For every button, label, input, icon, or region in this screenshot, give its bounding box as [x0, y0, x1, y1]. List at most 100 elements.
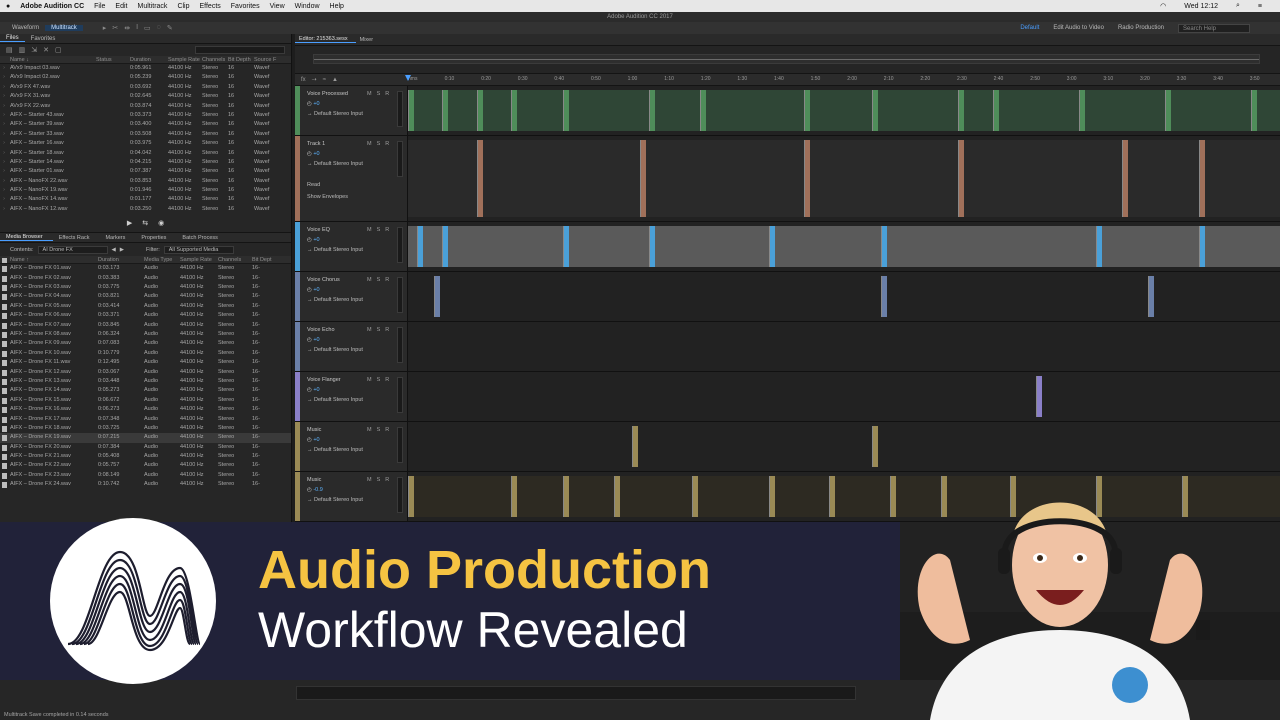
audio-clip[interactable] [476, 90, 483, 131]
move-tool-icon[interactable]: ▸ [103, 24, 107, 32]
menu-file[interactable]: File [94, 3, 105, 10]
media-row[interactable]: AIFX – Drone FX 18.wav 0:03.725 Audio 44100… [0, 424, 291, 433]
tab-editor[interactable]: Editor: 215363.sesx [295, 36, 356, 43]
expand-icon[interactable]: › [0, 92, 8, 101]
track-name[interactable]: Voice Chorus [307, 277, 340, 283]
expand-icon[interactable]: › [0, 158, 8, 167]
col-media-type[interactable]: Media Type [144, 256, 180, 263]
col-status[interactable]: Status [96, 56, 130, 63]
col-media-name[interactable]: Name ↑ [0, 256, 98, 264]
app-menu[interactable]: Adobe Audition CC [20, 3, 84, 10]
media-row[interactable]: AIFX – Drone FX 12.wav 0:03.067 Audio 44100… [0, 368, 291, 377]
audio-clip[interactable] [829, 476, 836, 517]
audio-clip[interactable] [1078, 90, 1085, 131]
file-row[interactable]: › AIFX – Starter 39.wav 0:03.400 44100 Hz St… [0, 120, 291, 129]
audio-clip[interactable] [408, 90, 414, 131]
fx-icon[interactable]: fx [301, 77, 306, 83]
media-row[interactable]: AIFX – Drone FX 02.wav 0:03.383 Audio 44100… [0, 274, 291, 283]
time-select-tool-icon[interactable]: I [136, 24, 138, 32]
workspace-edit-audio-video[interactable]: Edit Audio to Video [1053, 25, 1104, 31]
expand-icon[interactable]: › [0, 167, 8, 176]
sends-icon[interactable]: ⇢ [312, 76, 317, 83]
search-icon[interactable]: ⌕ [1236, 2, 1240, 10]
track-lane[interactable] [408, 272, 1280, 321]
metronome-icon[interactable]: ▲ [332, 77, 338, 83]
file-row[interactable]: › AIFX – Starter 01.wav 0:07.387 44100 Hz St… [0, 167, 291, 176]
tab-properties[interactable]: Properties [135, 235, 176, 241]
media-row[interactable]: AIFX – Drone FX 21.wav 0:05.408 Audio 44100… [0, 452, 291, 461]
col-media-channels[interactable]: Channels [218, 256, 252, 263]
menu-favorites[interactable]: Favorites [231, 3, 260, 10]
audio-clip[interactable] [476, 140, 483, 217]
track-input-select[interactable]: Default Stereo Input [307, 111, 363, 117]
expand-icon[interactable]: › [0, 111, 8, 120]
track-volume-knob[interactable]: +0 [307, 337, 319, 343]
media-row[interactable]: AIFX – Drone FX 17.wav 0:07.348 Audio 44100… [0, 415, 291, 424]
track-input-select[interactable]: Default Stereo Input [307, 161, 363, 167]
track-input-select[interactable]: Default Stereo Input [307, 347, 363, 353]
audio-clip[interactable] [1035, 376, 1042, 417]
track-lane[interactable] [408, 136, 1280, 221]
audio-clip[interactable] [803, 140, 810, 217]
expand-icon[interactable]: › [0, 186, 8, 195]
audio-clip[interactable] [700, 90, 707, 131]
audio-clip[interactable] [1199, 140, 1206, 217]
media-row[interactable]: AIFX – Drone FX 24.wav 0:10.742 Audio 44100… [0, 480, 291, 489]
file-row[interactable]: › AIFX – NanoFX 19.wav 0:01.946 44100 Hz Ste… [0, 186, 291, 195]
file-row[interactable]: › AVx9 Impact 02.wav 0:05.239 44100 Hz Stere… [0, 73, 291, 82]
clock[interactable]: Wed 12:12 [1184, 3, 1218, 10]
audio-clip[interactable] [416, 226, 423, 267]
forward-icon[interactable]: ▶ [120, 247, 124, 253]
audio-clip[interactable] [562, 90, 569, 131]
track-lane[interactable] [408, 422, 1280, 471]
file-row[interactable]: › AIFX – Starter 18.wav 0:04.042 44100 Hz St… [0, 149, 291, 158]
col-bit-depth[interactable]: Bit Depth [228, 56, 254, 63]
media-row[interactable]: AIFX – Drone FX 11.wav 0:12.495 Audio 44100… [0, 358, 291, 367]
track-volume-knob[interactable]: +0 [307, 387, 319, 393]
new-file-icon[interactable]: ▤ [6, 46, 13, 54]
track-volume-knob[interactable]: +0 [307, 237, 319, 243]
audio-clip[interactable] [881, 226, 887, 267]
menu-effects[interactable]: Effects [200, 3, 221, 10]
tab-mixer[interactable]: Mixer [356, 37, 381, 43]
file-row[interactable]: › AIFX – Starter 14.wav 0:04.215 44100 Hz St… [0, 158, 291, 167]
audio-clip[interactable] [408, 476, 414, 517]
mute-solo-record-buttons[interactable]: MSR [367, 277, 394, 283]
expand-icon[interactable]: › [0, 73, 8, 82]
track-lane[interactable] [408, 222, 1280, 271]
marquee-tool-icon[interactable]: ▭ [144, 24, 151, 32]
back-icon[interactable]: ◀ [112, 247, 116, 253]
expand-icon[interactable]: › [0, 120, 8, 129]
media-row[interactable]: AIFX – Drone FX 09.wav 0:07.083 Audio 44100… [0, 339, 291, 348]
audio-clip[interactable] [872, 426, 879, 467]
file-row[interactable]: › AIFX – Starter 43.wav 0:03.373 44100 Hz St… [0, 111, 291, 120]
track-volume-knob[interactable]: +0 [307, 437, 319, 443]
tab-markers[interactable]: Markers [99, 235, 135, 241]
mute-solo-record-buttons[interactable]: MSR [367, 227, 394, 233]
audio-clip[interactable] [511, 476, 518, 517]
track-lane[interactable] [408, 372, 1280, 421]
audio-clip[interactable] [872, 90, 879, 131]
media-row[interactable]: AIFX – Drone FX 06.wav 0:03.371 Audio 44100… [0, 311, 291, 320]
track-name[interactable]: Voice Flanger [307, 377, 341, 383]
file-row[interactable]: › AIFX – NanoFX 14.wav 0:01.177 44100 Hz Ste… [0, 195, 291, 204]
media-row[interactable]: AIFX – Drone FX 22.wav 0:05.757 Audio 44100… [0, 461, 291, 470]
audio-clip[interactable] [958, 140, 965, 217]
track-volume-knob[interactable]: +0 [307, 287, 319, 293]
audio-clip[interactable] [1147, 276, 1154, 317]
track-volume-knob[interactable]: +0 [307, 151, 319, 157]
audio-clip[interactable] [511, 90, 518, 131]
audio-clip[interactable] [958, 90, 965, 131]
audio-clip[interactable] [442, 226, 449, 267]
audio-clip[interactable] [631, 426, 638, 467]
audio-clip[interactable] [691, 476, 698, 517]
media-row[interactable]: AIFX – Drone FX 01.wav 0:03.173 Audio 44100… [0, 264, 291, 273]
audio-clip[interactable] [408, 140, 1280, 217]
expand-icon[interactable]: › [0, 64, 8, 73]
media-row[interactable]: AIFX – Drone FX 04.wav 0:03.821 Audio 44100… [0, 292, 291, 301]
brush-tool-icon[interactable]: ✎ [167, 24, 173, 32]
mute-solo-record-buttons[interactable]: MSR [367, 91, 394, 97]
audio-clip[interactable] [1096, 226, 1102, 267]
waveform-mode-button[interactable]: Waveform [6, 25, 45, 31]
expand-icon[interactable]: › [0, 130, 8, 139]
